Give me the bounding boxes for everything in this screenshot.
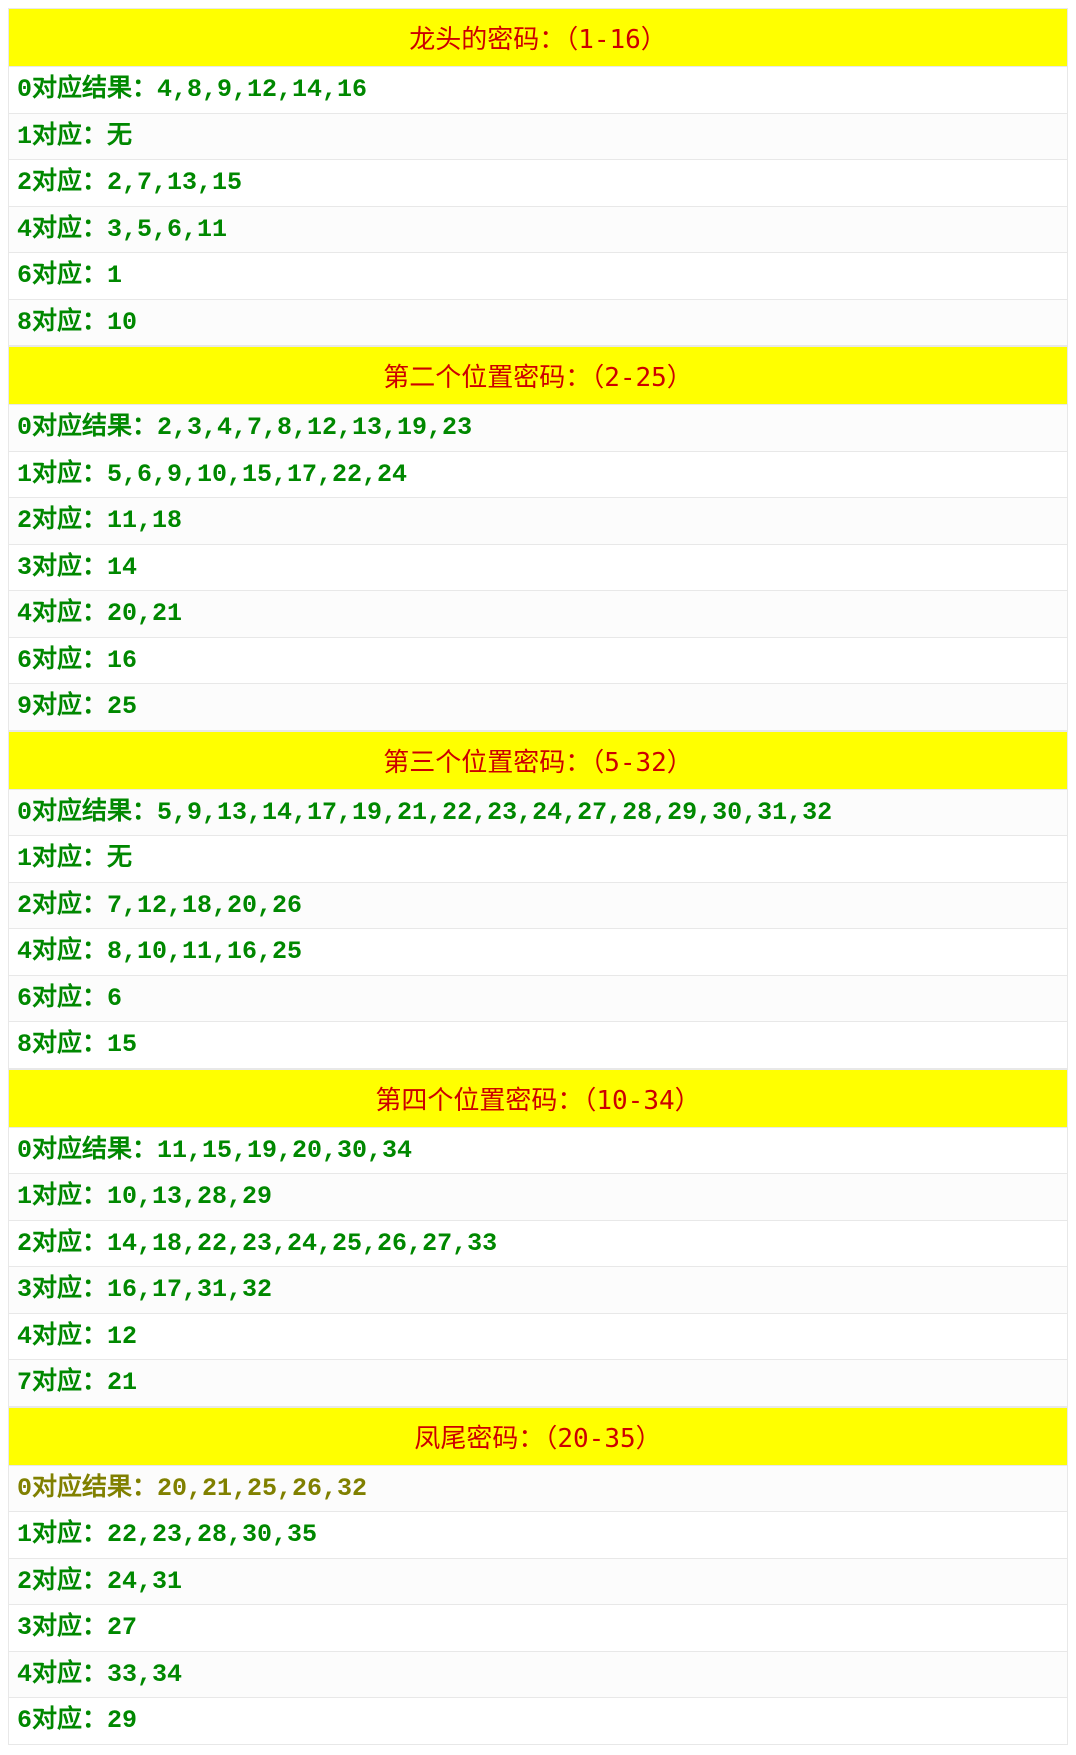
data-row: 3对应：27 bbox=[8, 1605, 1068, 1652]
section-header: 第二个位置密码：（2-25） bbox=[8, 346, 1068, 405]
row-value: 20,21,25,26,32 bbox=[157, 1474, 367, 1503]
row-value: 16 bbox=[107, 646, 137, 675]
row-value: 15 bbox=[107, 1030, 137, 1059]
row-value: 33,34 bbox=[107, 1660, 182, 1689]
row-value: 11,18 bbox=[107, 506, 182, 535]
row-label: 0对应结果： bbox=[17, 1136, 157, 1165]
data-row: 4对应：8,10,11,16,25 bbox=[8, 929, 1068, 976]
data-row: 3对应：16,17,31,32 bbox=[8, 1267, 1068, 1314]
row-value: 20,21 bbox=[107, 599, 182, 628]
row-value: 6 bbox=[107, 984, 122, 1013]
row-label: 4对应： bbox=[17, 1660, 107, 1689]
data-row: 9对应：25 bbox=[8, 684, 1068, 731]
row-value: 25 bbox=[107, 692, 137, 721]
data-row: 4对应：33,34 bbox=[8, 1652, 1068, 1699]
data-row: 6对应：29 bbox=[8, 1698, 1068, 1745]
data-row: 6对应：6 bbox=[8, 976, 1068, 1023]
data-row: 6对应：1 bbox=[8, 253, 1068, 300]
row-label: 2对应： bbox=[17, 168, 107, 197]
section-header: 第三个位置密码：（5-32） bbox=[8, 731, 1068, 790]
data-row: 4对应：20,21 bbox=[8, 591, 1068, 638]
data-row: 0对应结果：2,3,4,7,8,12,13,19,23 bbox=[8, 405, 1068, 452]
data-row: 2对应：14,18,22,23,24,25,26,27,33 bbox=[8, 1221, 1068, 1268]
row-value: 7,12,18,20,26 bbox=[107, 891, 302, 920]
row-value: 2,7,13,15 bbox=[107, 168, 242, 197]
data-row: 1对应：10,13,28,29 bbox=[8, 1174, 1068, 1221]
row-value: 4,8,9,12,14,16 bbox=[157, 75, 367, 104]
row-label: 6对应： bbox=[17, 1706, 107, 1735]
row-value: 21 bbox=[107, 1368, 137, 1397]
data-row: 4对应：3,5,6,11 bbox=[8, 207, 1068, 254]
data-row: 3对应：14 bbox=[8, 545, 1068, 592]
data-row: 8对应：15 bbox=[8, 1022, 1068, 1069]
row-value: 11,15,19,20,30,34 bbox=[157, 1136, 412, 1165]
row-value: 3,5,6,11 bbox=[107, 215, 227, 244]
row-value: 2,3,4,7,8,12,13,19,23 bbox=[157, 413, 472, 442]
row-label: 3对应： bbox=[17, 1613, 107, 1642]
row-label: 4对应： bbox=[17, 599, 107, 628]
row-label: 0对应结果： bbox=[17, 75, 157, 104]
row-label: 8对应： bbox=[17, 1030, 107, 1059]
row-value: 5,9,13,14,17,19,21,22,23,24,27,28,29,30,… bbox=[157, 798, 832, 827]
row-label: 6对应： bbox=[17, 261, 107, 290]
row-value: 12 bbox=[107, 1322, 137, 1351]
data-row: 0对应结果：5,9,13,14,17,19,21,22,23,24,27,28,… bbox=[8, 790, 1068, 837]
row-label: 3对应： bbox=[17, 553, 107, 582]
data-row: 8对应：10 bbox=[8, 300, 1068, 347]
row-label: 1对应： bbox=[17, 844, 107, 873]
row-label: 8对应： bbox=[17, 308, 107, 337]
row-value: 5,6,9,10,15,17,22,24 bbox=[107, 460, 407, 489]
data-row: 0对应结果：4,8,9,12,14,16 bbox=[8, 67, 1068, 114]
section-header: 凤尾密码：（20-35） bbox=[8, 1407, 1068, 1466]
row-label: 0对应结果： bbox=[17, 1474, 157, 1503]
data-row: 2对应：2,7,13,15 bbox=[8, 160, 1068, 207]
data-row: 1对应：无 bbox=[8, 836, 1068, 883]
row-value: 29 bbox=[107, 1706, 137, 1735]
row-label: 1对应： bbox=[17, 1182, 107, 1211]
row-value: 1 bbox=[107, 261, 122, 290]
section-header: 第四个位置密码：（10-34） bbox=[8, 1069, 1068, 1128]
row-value: 8,10,11,16,25 bbox=[107, 937, 302, 966]
row-label: 2对应： bbox=[17, 506, 107, 535]
row-label: 3对应： bbox=[17, 1275, 107, 1304]
row-label: 2对应： bbox=[17, 891, 107, 920]
row-label: 9对应： bbox=[17, 692, 107, 721]
data-row: 1对应：无 bbox=[8, 114, 1068, 161]
row-label: 6对应： bbox=[17, 984, 107, 1013]
row-label: 0对应结果： bbox=[17, 798, 157, 827]
row-label: 6对应： bbox=[17, 646, 107, 675]
row-value: 14,18,22,23,24,25,26,27,33 bbox=[107, 1229, 497, 1258]
row-label: 1对应： bbox=[17, 460, 107, 489]
row-value: 10 bbox=[107, 308, 137, 337]
row-value: 10,13,28,29 bbox=[107, 1182, 272, 1211]
data-row: 2对应：11,18 bbox=[8, 498, 1068, 545]
data-row: 1对应：5,6,9,10,15,17,22,24 bbox=[8, 452, 1068, 499]
section-header: 龙头的密码：（1-16） bbox=[8, 8, 1068, 67]
data-row: 4对应：12 bbox=[8, 1314, 1068, 1361]
data-row: 0对应结果：11,15,19,20,30,34 bbox=[8, 1128, 1068, 1175]
row-value: 24,31 bbox=[107, 1567, 182, 1596]
row-value: 27 bbox=[107, 1613, 137, 1642]
row-label: 7对应： bbox=[17, 1368, 107, 1397]
row-label: 4对应： bbox=[17, 937, 107, 966]
main-container: 龙头的密码：（1-16）0对应结果：4,8,9,12,14,161对应：无2对应… bbox=[0, 0, 1076, 1753]
data-row: 0对应结果：20,21,25,26,32 bbox=[8, 1466, 1068, 1513]
row-label: 0对应结果： bbox=[17, 413, 157, 442]
row-value: 14 bbox=[107, 553, 137, 582]
data-row: 2对应：7,12,18,20,26 bbox=[8, 883, 1068, 930]
data-row: 2对应：24,31 bbox=[8, 1559, 1068, 1606]
row-value: 16,17,31,32 bbox=[107, 1275, 272, 1304]
row-label: 2对应： bbox=[17, 1567, 107, 1596]
row-label: 1对应： bbox=[17, 122, 107, 151]
row-value: 22,23,28,30,35 bbox=[107, 1520, 317, 1549]
data-row: 7对应：21 bbox=[8, 1360, 1068, 1407]
data-row: 1对应：22,23,28,30,35 bbox=[8, 1512, 1068, 1559]
row-label: 1对应： bbox=[17, 1520, 107, 1549]
row-label: 2对应： bbox=[17, 1229, 107, 1258]
row-value: 无 bbox=[107, 122, 132, 151]
row-label: 4对应： bbox=[17, 1322, 107, 1351]
row-value: 无 bbox=[107, 844, 132, 873]
row-label: 4对应： bbox=[17, 215, 107, 244]
data-row: 6对应：16 bbox=[8, 638, 1068, 685]
